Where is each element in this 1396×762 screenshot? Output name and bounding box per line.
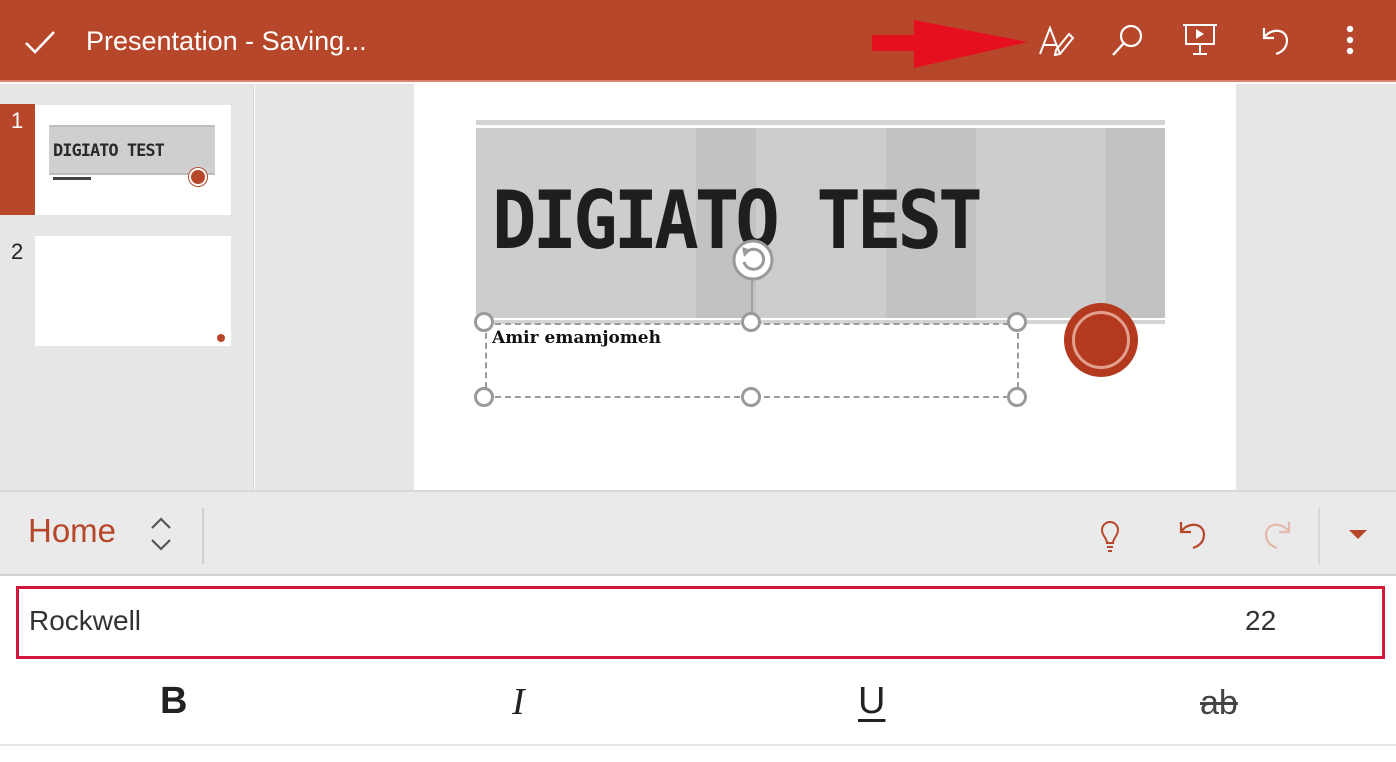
resize-handle[interactable]	[1007, 387, 1027, 407]
font-row: Rockwell 22	[16, 586, 1385, 659]
slide-canvas: DIGIATO TEST Amir emamjomeh	[255, 84, 1396, 490]
slide-number: 1	[11, 108, 24, 133]
thumbnail-title: DIGIATO TEST	[53, 141, 165, 161]
font-name-selector[interactable]: Rockwell	[29, 605, 141, 637]
tab-switch-icon[interactable]	[148, 514, 174, 554]
edit-icon[interactable]	[1036, 20, 1076, 60]
present-icon[interactable]	[1180, 20, 1220, 60]
slide-thumbnail-2[interactable]	[35, 236, 231, 346]
slide-thumbnail-1[interactable]: DIGIATO TEST	[35, 105, 231, 215]
document-title: Presentation - Saving...	[86, 26, 367, 56]
resize-handle[interactable]	[1007, 312, 1027, 332]
ribbon-divider	[202, 508, 204, 564]
thumbnail-seal	[217, 334, 225, 342]
resize-handle[interactable]	[741, 312, 761, 332]
undo-icon[interactable]	[1172, 514, 1212, 554]
seal-ring	[1072, 311, 1130, 369]
title-band-rule	[476, 120, 1165, 125]
ribbon: Home	[0, 490, 1396, 576]
slide[interactable]: DIGIATO TEST Amir emamjomeh	[414, 84, 1236, 490]
check-icon[interactable]	[22, 24, 58, 60]
undo-icon[interactable]	[1254, 20, 1294, 60]
format-row: B I U ab	[0, 660, 1396, 746]
italic-button[interactable]: I	[512, 680, 525, 724]
resize-handle[interactable]	[474, 387, 494, 407]
slide-number: 2	[11, 239, 24, 264]
search-icon[interactable]	[1108, 20, 1148, 60]
ribbon-divider	[1318, 508, 1320, 564]
thumbnail-subtitle-line	[53, 177, 91, 180]
resize-handle[interactable]	[474, 312, 494, 332]
strikethrough-button[interactable]: ab	[1200, 684, 1238, 723]
thumbnail-seal	[189, 168, 207, 186]
resize-handle[interactable]	[741, 387, 761, 407]
slide-thumbnail-panel: 1 DIGIATO TEST 2	[0, 84, 254, 490]
rotate-handle-icon[interactable]	[730, 237, 776, 283]
ribbon-tab-home[interactable]: Home	[28, 512, 116, 550]
bold-button[interactable]: B	[160, 680, 187, 723]
powerpoint-editor: Presentation - Saving... 1 DIGIATO TEST …	[0, 0, 1396, 762]
slide-subtitle[interactable]: Amir emamjomeh	[492, 328, 661, 348]
dropdown-icon[interactable]	[1346, 524, 1370, 544]
more-icon[interactable]	[1330, 20, 1370, 60]
font-size-selector[interactable]: 22	[1245, 605, 1276, 637]
underline-button[interactable]: U	[858, 680, 885, 723]
redo-icon[interactable]	[1258, 514, 1298, 554]
decorative-seal	[1064, 303, 1138, 377]
lightbulb-icon[interactable]	[1090, 514, 1130, 554]
pointer-arrow-icon	[872, 20, 1028, 68]
band-texture	[1106, 128, 1165, 318]
title-bar: Presentation - Saving...	[0, 0, 1396, 82]
